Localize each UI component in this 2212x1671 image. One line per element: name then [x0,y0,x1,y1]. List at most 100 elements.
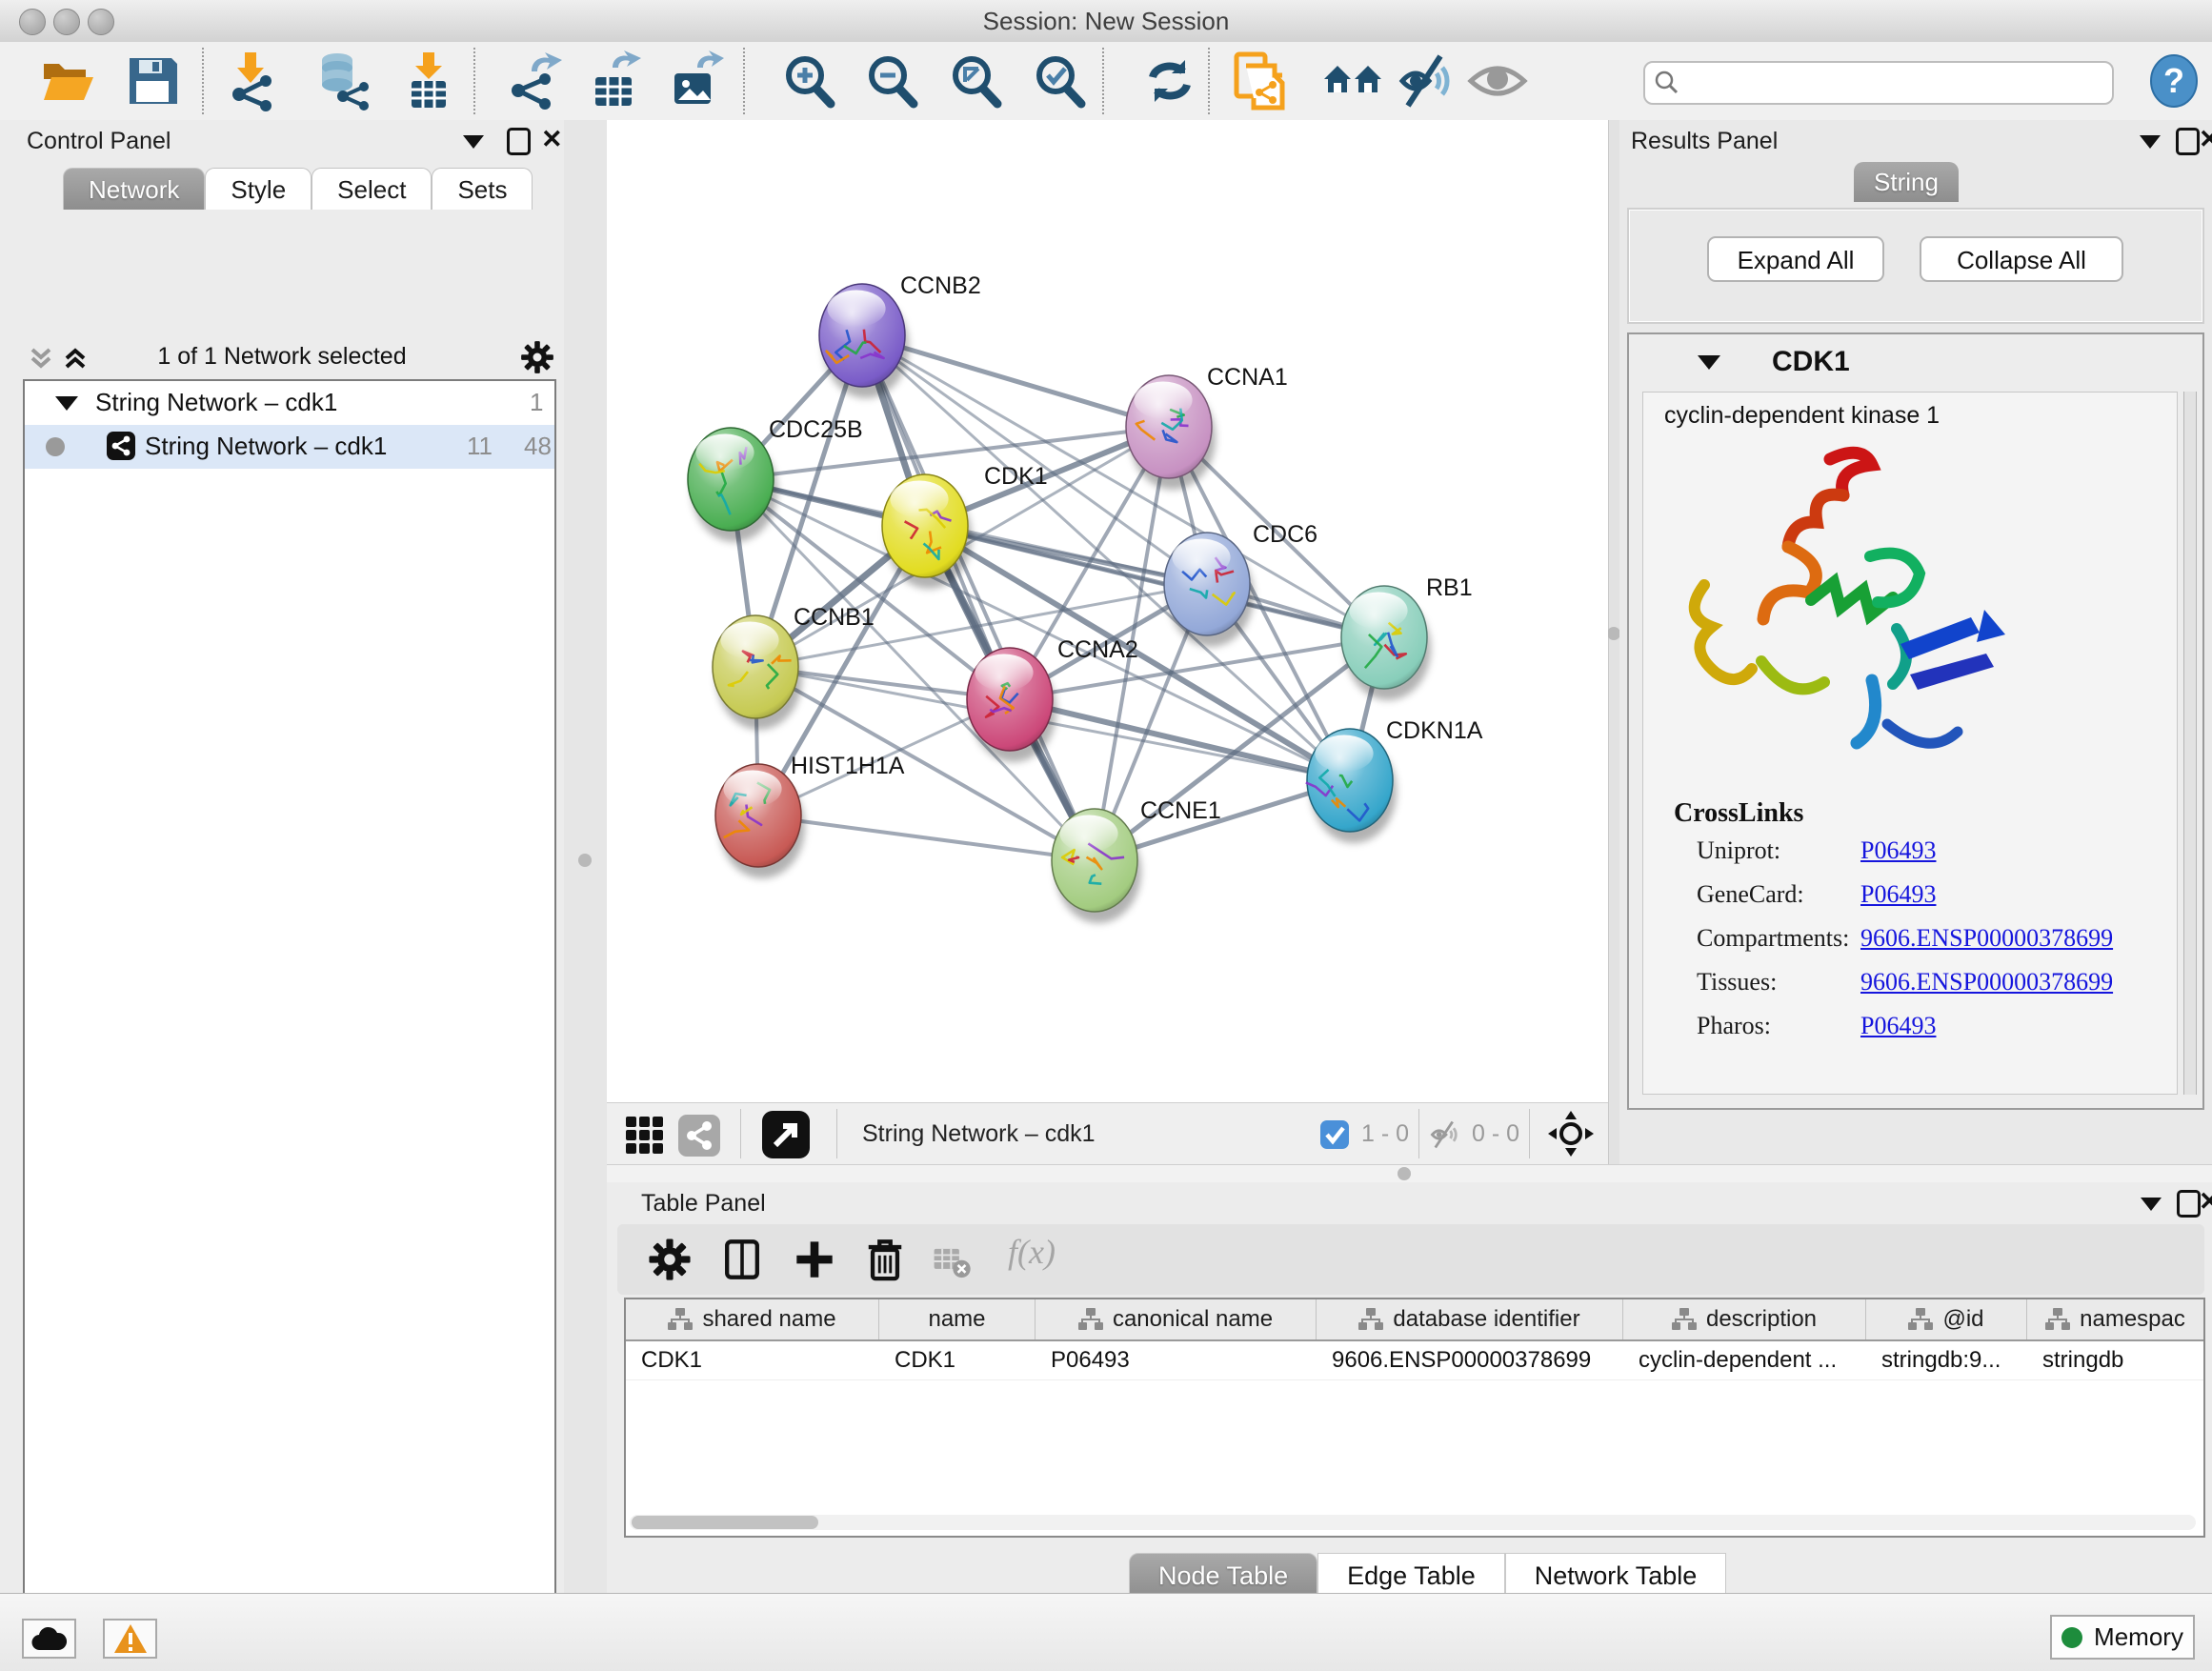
collapse-card-caret-icon[interactable] [1698,355,1720,370]
import-network-database-icon[interactable] [312,50,373,111]
zoom-in-icon[interactable] [779,50,840,111]
cell-canonical-name[interactable]: P06493 [1036,1341,1317,1379]
scrollbar-thumb[interactable] [632,1516,818,1529]
column-header[interactable]: shared name [626,1299,879,1339]
export-image-icon[interactable] [665,50,726,111]
splitter-handle[interactable] [1607,627,1620,640]
warnings-button[interactable] [103,1619,157,1659]
birdseye-navigator-icon[interactable] [762,1111,810,1158]
export-table-icon[interactable] [584,50,645,111]
string-network-graph[interactable]: CCNB2CCNA1CDC25BCDK1CDC6RB1CCNB1CCNA2CDK… [607,120,1608,1102]
open-session-icon[interactable] [36,50,97,111]
splitter-handle[interactable] [578,854,592,867]
close-panel-icon[interactable]: ✕ [2199,128,2212,151]
save-session-icon[interactable] [122,50,183,111]
gear-icon[interactable] [648,1238,692,1281]
toolbar-separator [1208,48,1210,114]
splitter-handle[interactable] [1398,1167,1411,1180]
tab-edge-table[interactable]: Edge Table [1317,1553,1505,1599]
float-panel-icon[interactable] [2140,135,2161,149]
string-home-icon[interactable] [1322,50,1383,111]
compartments-link[interactable]: 9606.ENSP00000378699 [1860,924,2113,953]
view-toolbar-separator [1418,1109,1419,1158]
maximize-panel-icon[interactable] [2176,128,2200,155]
column-header[interactable]: canonical name [1036,1299,1317,1339]
collection-caret-icon[interactable] [55,396,78,411]
refresh-icon[interactable] [1139,50,1200,111]
table-horizontal-scrollbar[interactable] [630,1515,2196,1530]
cell-id[interactable]: stringdb:9... [1866,1341,2027,1379]
memory-button[interactable]: Memory [2050,1615,2195,1660]
node-card-header[interactable]: CDK1 [1629,334,2202,388]
left-splitter[interactable] [564,120,607,1593]
results-button-group: Expand All Collapse All [1627,208,2204,324]
column-header[interactable]: @id [1866,1299,2027,1339]
network-tree: String Network – cdk1 1 String Network –… [23,379,556,1671]
grid-view-icon[interactable] [624,1115,666,1157]
uniprot-link[interactable]: P06493 [1860,836,1936,865]
cell-name[interactable]: CDK1 [879,1341,1036,1379]
function-builder-icon: f(x) [1008,1232,1056,1272]
view-toolbar-separator [1529,1109,1530,1158]
export-network-icon[interactable] [503,50,564,111]
tissues-link[interactable]: 9606.ENSP00000378699 [1860,968,2113,997]
search-input[interactable] [1689,69,2112,97]
float-panel-icon[interactable] [463,135,484,149]
network-row-selected[interactable]: String Network – cdk1 11 48 [25,425,554,469]
maximize-panel-icon[interactable] [507,128,531,155]
close-panel-icon[interactable]: ✕ [2199,1190,2212,1213]
tab-network-table[interactable]: Network Table [1505,1553,1727,1599]
horizontal-splitter[interactable] [607,1164,2212,1184]
import-table-icon[interactable] [398,50,459,111]
tab-network[interactable]: Network [63,168,205,210]
show-all-eye-icon[interactable] [1467,50,1528,111]
cell-namespace[interactable]: stringdb [2027,1341,2203,1379]
table-row[interactable]: CDK1 CDK1 P06493 9606.ENSP00000378699 cy… [626,1341,2203,1380]
tab-select[interactable]: Select [312,168,432,210]
float-panel-icon[interactable] [2141,1198,2162,1211]
add-column-icon[interactable] [793,1238,836,1281]
cell-description[interactable]: cyclin-dependent ... [1623,1341,1866,1379]
genecard-link[interactable]: P06493 [1860,880,1936,909]
fit-content-crosshair-icon[interactable] [1548,1111,1594,1157]
column-header[interactable]: name [879,1299,1036,1339]
main-toolbar: ? [0,42,2212,121]
close-panel-icon[interactable]: ✕ [541,128,563,151]
gear-icon[interactable] [520,340,554,374]
memory-label: Memory [2094,1622,2183,1652]
collapse-all-button[interactable]: Collapse All [1920,236,2123,282]
selected-checkbox-icon[interactable] [1319,1119,1350,1150]
cell-database-identifier[interactable]: 9606.ENSP00000378699 [1317,1341,1623,1379]
tab-sets[interactable]: Sets [432,168,533,210]
svg-text:CCNA2: CCNA2 [1057,636,1138,663]
delete-column-icon[interactable] [863,1238,907,1281]
network-selected-label: 1 of 1 Network selected [0,343,564,371]
network-collection-row[interactable]: String Network – cdk1 1 [25,381,554,425]
column-header[interactable]: database identifier [1317,1299,1623,1339]
column-header[interactable]: description [1623,1299,1866,1339]
cell-shared-name[interactable]: CDK1 [626,1341,879,1379]
show-columns-icon[interactable] [720,1238,764,1281]
pharos-link[interactable]: P06493 [1860,1012,1936,1040]
help-icon[interactable]: ? [2149,53,2199,109]
hide-selected-eye-slash-icon[interactable] [1398,50,1459,111]
zoom-selected-icon[interactable] [1030,50,1091,111]
network-canvas[interactable]: CCNB2CCNA1CDC25BCDK1CDC6RB1CCNB1CCNA2CDK… [607,120,1608,1102]
warning-icon [113,1623,148,1654]
zoom-fit-icon[interactable] [946,50,1007,111]
cloud-button[interactable] [22,1619,76,1659]
tab-node-table[interactable]: Node Table [1129,1553,1317,1599]
tab-style[interactable]: Style [205,168,312,210]
search-field[interactable] [1643,61,2114,105]
column-header[interactable]: namespac [2027,1299,2203,1339]
tab-string[interactable]: String [1854,162,1959,202]
string-import-icon[interactable] [1229,50,1290,111]
maximize-panel-icon[interactable] [2177,1190,2201,1218]
import-network-file-icon[interactable] [222,50,283,111]
node-table[interactable]: shared name name canonical name database… [624,1298,2205,1538]
expand-all-button[interactable]: Expand All [1707,236,1884,282]
zoom-out-icon[interactable] [862,50,923,111]
string-view-icon[interactable] [678,1115,720,1157]
results-scrollbar[interactable] [2183,392,2197,1095]
collection-count: 1 [530,388,543,417]
